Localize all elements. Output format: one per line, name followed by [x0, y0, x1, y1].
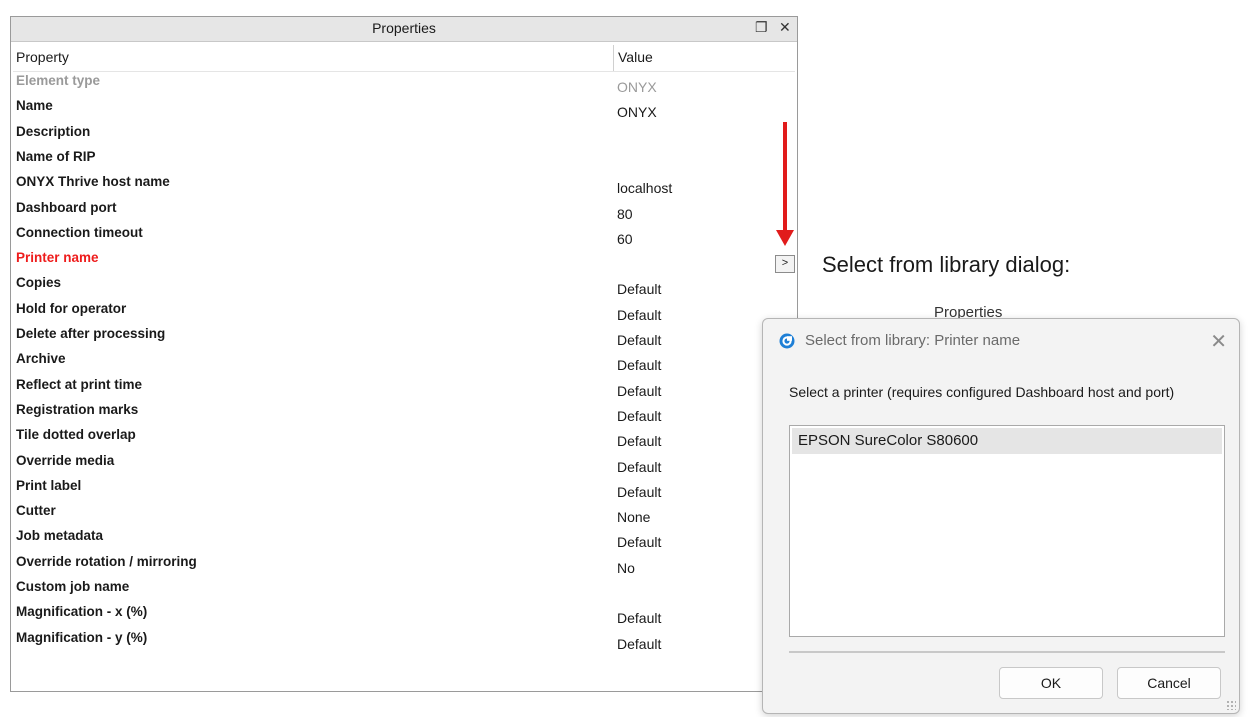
select-from-library-dialog: Select from library: Printer name ✕ Sele… — [762, 318, 1240, 714]
list-item-label: EPSON SureColor S80600 — [798, 432, 979, 449]
property-value[interactable]: No — [617, 560, 635, 576]
panel-header: Properties ❐ ✕ — [11, 17, 797, 42]
column-header-value[interactable]: Value — [618, 49, 653, 65]
property-value[interactable]: ONYX — [617, 79, 657, 95]
property-name: Archive — [16, 351, 66, 367]
property-row[interactable]: Description — [13, 124, 795, 149]
property-value[interactable]: localhost — [617, 180, 672, 196]
property-name: Registration marks — [16, 401, 139, 417]
property-row[interactable]: Dashboard port 80 — [13, 200, 795, 225]
property-value[interactable]: Default — [617, 281, 661, 297]
property-name: Delete after processing — [16, 326, 166, 341]
property-value[interactable]: Default — [617, 459, 661, 475]
property-value[interactable]: ONYX — [617, 104, 657, 120]
close-icon[interactable]: ✕ — [779, 19, 791, 36]
dialog-divider — [789, 651, 1225, 653]
property-name: Override media — [16, 452, 115, 468]
property-name: Override rotation / mirroring — [16, 553, 197, 569]
annotation-caption: Select from library dialog: — [822, 252, 1071, 277]
property-name: Magnification - x (%) — [16, 604, 148, 620]
property-name: Name of RIP — [16, 148, 96, 164]
select-from-library-button[interactable]: > — [775, 255, 795, 273]
property-row[interactable]: Delete after processing Default — [13, 326, 795, 351]
property-row[interactable]: ONYX Thrive host name localhost — [13, 174, 795, 199]
printer-list[interactable]: EPSON SureColor S80600 — [789, 425, 1225, 637]
annotation-arrow-head — [776, 230, 794, 246]
dialog-prompt: Select a printer (requires configured Da… — [789, 384, 1175, 400]
property-row[interactable]: Name ONYX — [13, 98, 795, 123]
property-value[interactable]: Default — [617, 307, 661, 323]
property-row[interactable]: Tile dotted overlap Default — [13, 427, 795, 452]
property-row[interactable]: Registration marks Default — [13, 402, 795, 427]
property-row[interactable]: Job metadata Default — [13, 528, 795, 553]
property-value[interactable]: Default — [617, 534, 661, 550]
property-value[interactable]: Default — [617, 332, 661, 348]
property-name: Job metadata — [16, 528, 104, 544]
property-row[interactable]: Magnification - y (%) Default — [13, 630, 795, 655]
properties-panel: Properties ❐ ✕ Property Value Element ty… — [10, 16, 798, 692]
property-row[interactable]: Hold for operator Default — [13, 301, 795, 326]
property-name: Magnification - y (%) — [16, 629, 148, 645]
ok-button[interactable]: OK — [999, 667, 1103, 699]
property-name: Dashboard port — [16, 199, 117, 215]
property-grid: Property Value Element type ONYX Name ONYX D… — [13, 45, 795, 689]
property-value[interactable]: Default — [617, 610, 661, 626]
property-row[interactable]: Cutter None — [13, 503, 795, 528]
property-row[interactable]: Magnification - x (%) Default — [13, 604, 795, 629]
property-name: Connection timeout — [16, 224, 143, 240]
dialog-titlebar[interactable]: Select from library: Printer name ✕ — [763, 319, 1239, 363]
property-row[interactable]: Element type ONYX — [13, 73, 795, 98]
property-name: Printer name — [16, 250, 99, 266]
resize-grip[interactable] — [1226, 700, 1236, 710]
app-icon — [779, 333, 795, 349]
property-row[interactable]: Printer name — [13, 250, 795, 275]
property-value[interactable]: 80 — [617, 206, 633, 222]
list-item[interactable]: EPSON SureColor S80600 — [792, 428, 1222, 454]
property-name: Reflect at print time — [16, 376, 143, 392]
property-value[interactable]: Default — [617, 636, 661, 652]
property-value[interactable]: Default — [617, 433, 661, 449]
property-row[interactable]: Custom job name — [13, 579, 795, 604]
property-value[interactable]: Default — [617, 383, 661, 399]
property-row[interactable]: Archive Default — [13, 351, 795, 376]
property-row[interactable]: Override media Default — [13, 453, 795, 478]
property-name: Copies — [16, 275, 62, 291]
panel-title: Properties — [372, 20, 436, 36]
cancel-button[interactable]: Cancel — [1117, 667, 1221, 699]
header-divider — [13, 71, 795, 72]
float-window-icon[interactable]: ❐ — [755, 19, 768, 36]
property-value[interactable]: Default — [617, 484, 661, 500]
property-row[interactable]: Print label Default — [13, 478, 795, 503]
property-row[interactable]: Name of RIP — [13, 149, 795, 174]
property-row[interactable]: Reflect at print time Default — [13, 377, 795, 402]
property-value[interactable]: Default — [617, 357, 661, 373]
property-name: Custom job name — [16, 579, 130, 594]
property-name: Description — [16, 123, 91, 139]
property-name: Tile dotted overlap — [16, 427, 136, 443]
property-name: Print label — [16, 477, 82, 493]
property-row[interactable]: Copies Default — [13, 275, 795, 300]
property-value[interactable]: Default — [617, 408, 661, 424]
property-row[interactable]: Override rotation / mirroring No — [13, 554, 795, 579]
dialog-close-icon[interactable]: ✕ — [1210, 329, 1227, 354]
column-separator[interactable] — [613, 45, 614, 71]
property-value[interactable]: 60 — [617, 231, 633, 247]
property-name: Hold for operator — [16, 300, 127, 316]
property-value[interactable]: None — [617, 509, 650, 525]
property-name: Name — [16, 98, 53, 114]
property-name: ONYX Thrive host name — [16, 174, 170, 190]
property-name: Cutter — [16, 503, 56, 519]
column-header-property[interactable]: Property — [16, 49, 69, 65]
dialog-title: Select from library: Printer name — [805, 332, 1021, 349]
property-row[interactable]: Connection timeout 60 — [13, 225, 795, 250]
annotation-arrow-shaft — [783, 122, 787, 234]
property-name: Element type — [16, 73, 101, 88]
